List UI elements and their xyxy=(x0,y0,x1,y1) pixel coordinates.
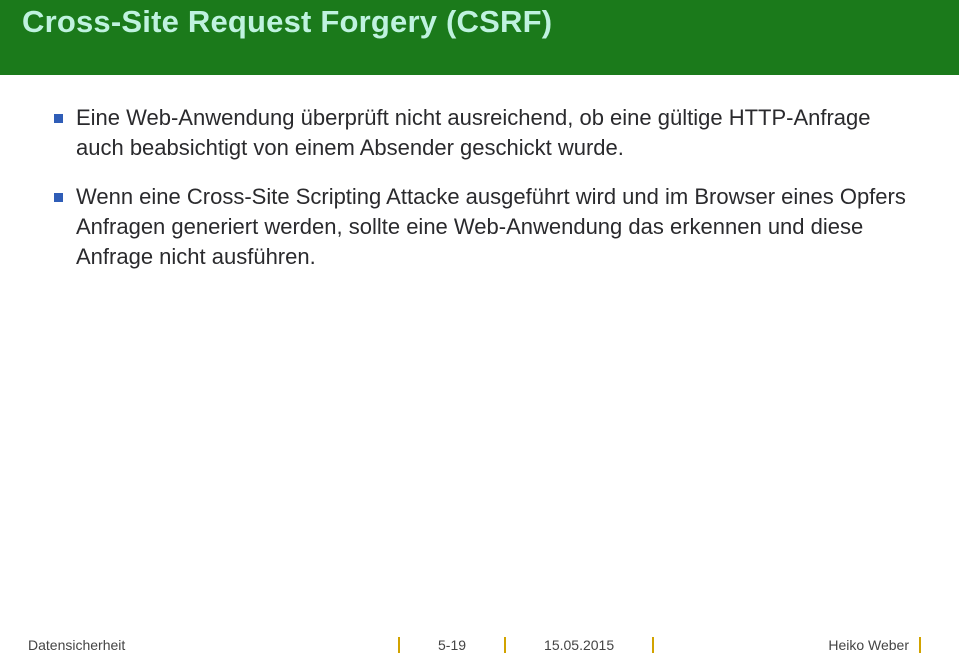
footer-page: 5-19 xyxy=(438,637,466,653)
slide-footer: Datensicherheit 5-19 15.05.2015 Heiko We… xyxy=(0,637,959,653)
footer-center: 5-19 15.05.2015 xyxy=(388,637,664,653)
list-item: Eine Web-Anwendung überprüft nicht ausre… xyxy=(50,103,919,164)
slide-title: Cross-Site Request Forgery (CSRF) xyxy=(22,0,552,40)
bullet-list: Eine Web-Anwendung überprüft nicht ausre… xyxy=(50,103,919,273)
list-item: Wenn eine Cross-Site Scripting Attacke a… xyxy=(50,182,919,273)
slide-header: Cross-Site Request Forgery (CSRF) xyxy=(0,0,959,75)
footer-right: Heiko Weber xyxy=(664,637,931,653)
footer-separator xyxy=(919,637,921,653)
footer-separator xyxy=(652,637,654,653)
footer-author: Heiko Weber xyxy=(828,637,909,653)
footer-course: Datensicherheit xyxy=(28,637,125,653)
footer-separator xyxy=(398,637,400,653)
footer-left: Datensicherheit xyxy=(28,637,388,653)
footer-separator xyxy=(504,637,506,653)
slide-content: Eine Web-Anwendung überprüft nicht ausre… xyxy=(0,75,959,273)
footer-date: 15.05.2015 xyxy=(544,637,614,653)
